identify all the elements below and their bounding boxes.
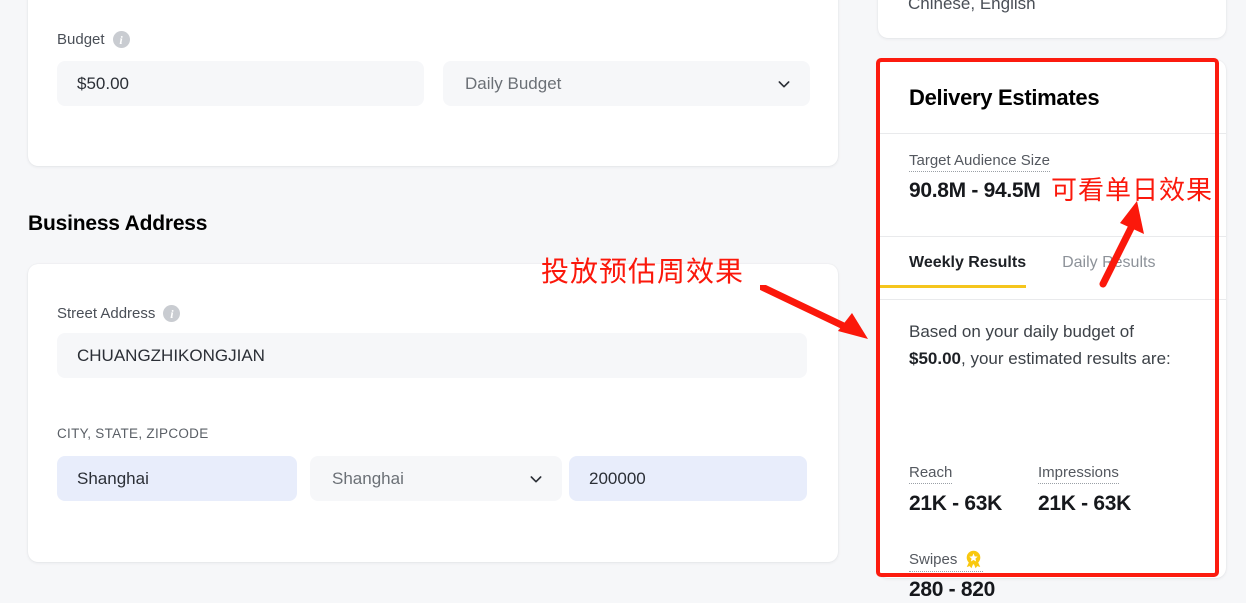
tab-weekly-results[interactable]: Weekly Results — [877, 240, 1027, 288]
city-input[interactable]: Shanghai — [57, 456, 297, 501]
street-address-label-row: Street Address i — [57, 305, 181, 322]
estimate-intro-1: Based on your daily budget of — [909, 322, 1134, 341]
budget-card: Budget i $50.00 Daily Budget — [28, 0, 838, 166]
annotation-note-daily: 可看单日效果 — [1051, 176, 1214, 206]
divider — [878, 133, 1226, 134]
target-audience-size-value: 90.8M - 94.5M — [909, 179, 1041, 202]
results-tabs: Weekly Results Daily Results — [877, 240, 1226, 299]
chevron-down-icon — [530, 475, 542, 482]
languages-value: Chinese, English — [908, 0, 1036, 13]
languages-card: Chinese, English — [878, 0, 1226, 38]
swipes-label[interactable]: Swipes — [909, 550, 984, 572]
estimate-description: Based on your daily budget of $50.00, yo… — [909, 318, 1193, 372]
swipes-value: 280 - 820 — [909, 578, 996, 601]
chevron-down-icon — [778, 80, 790, 87]
budget-amount-input[interactable]: $50.00 — [57, 61, 424, 106]
tab-daily-results[interactable]: Daily Results — [1062, 240, 1155, 288]
impressions-label[interactable]: Impressions — [1038, 464, 1119, 484]
budget-type-select[interactable]: Daily Budget — [443, 61, 810, 106]
city-state-zip-label: CITY, STATE, ZIPCODE — [57, 426, 209, 441]
impressions-label-text: Impressions — [1038, 464, 1119, 481]
medal-award-icon — [967, 550, 981, 569]
target-audience-size-label[interactable]: Target Audience Size — [909, 152, 1050, 172]
budget-type-value: Daily Budget — [465, 73, 562, 93]
delivery-estimates-title: Delivery Estimates — [909, 85, 1100, 110]
divider — [878, 299, 1226, 300]
delivery-estimates-card: Delivery Estimates Target Audience Size … — [877, 60, 1226, 601]
estimate-budget-amount: $50.00 — [909, 349, 961, 368]
business-address-heading: Business Address — [28, 212, 208, 235]
street-address-input[interactable]: CHUANGZHIKONGJIAN — [57, 333, 807, 378]
info-icon[interactable]: i — [112, 31, 130, 48]
estimate-intro-2: , your estimated results are: — [961, 349, 1171, 368]
annotation-note-weekly: 投放预估周效果 — [541, 255, 745, 288]
target-audience-size-label-text: Target Audience Size — [909, 152, 1050, 169]
info-icon[interactable]: i — [163, 305, 181, 322]
budget-label-text: Budget — [57, 31, 105, 48]
reach-label[interactable]: Reach — [909, 464, 953, 484]
reach-value: 21K - 63K — [909, 492, 1003, 515]
budget-label-row: Budget i — [57, 31, 130, 48]
street-address-label-text: Street Address — [57, 305, 156, 322]
impressions-value: 21K - 63K — [1038, 492, 1132, 515]
swipes-label-text: Swipes — [909, 551, 958, 568]
reach-label-text: Reach — [909, 464, 953, 481]
state-select[interactable]: Shanghai — [310, 456, 562, 501]
divider — [878, 236, 1226, 237]
state-value: Shanghai — [332, 468, 404, 488]
business-address-card: Street Address i CHUANGZHIKONGJIAN CITY,… — [28, 264, 838, 562]
zipcode-input[interactable]: 200000 — [569, 456, 807, 501]
